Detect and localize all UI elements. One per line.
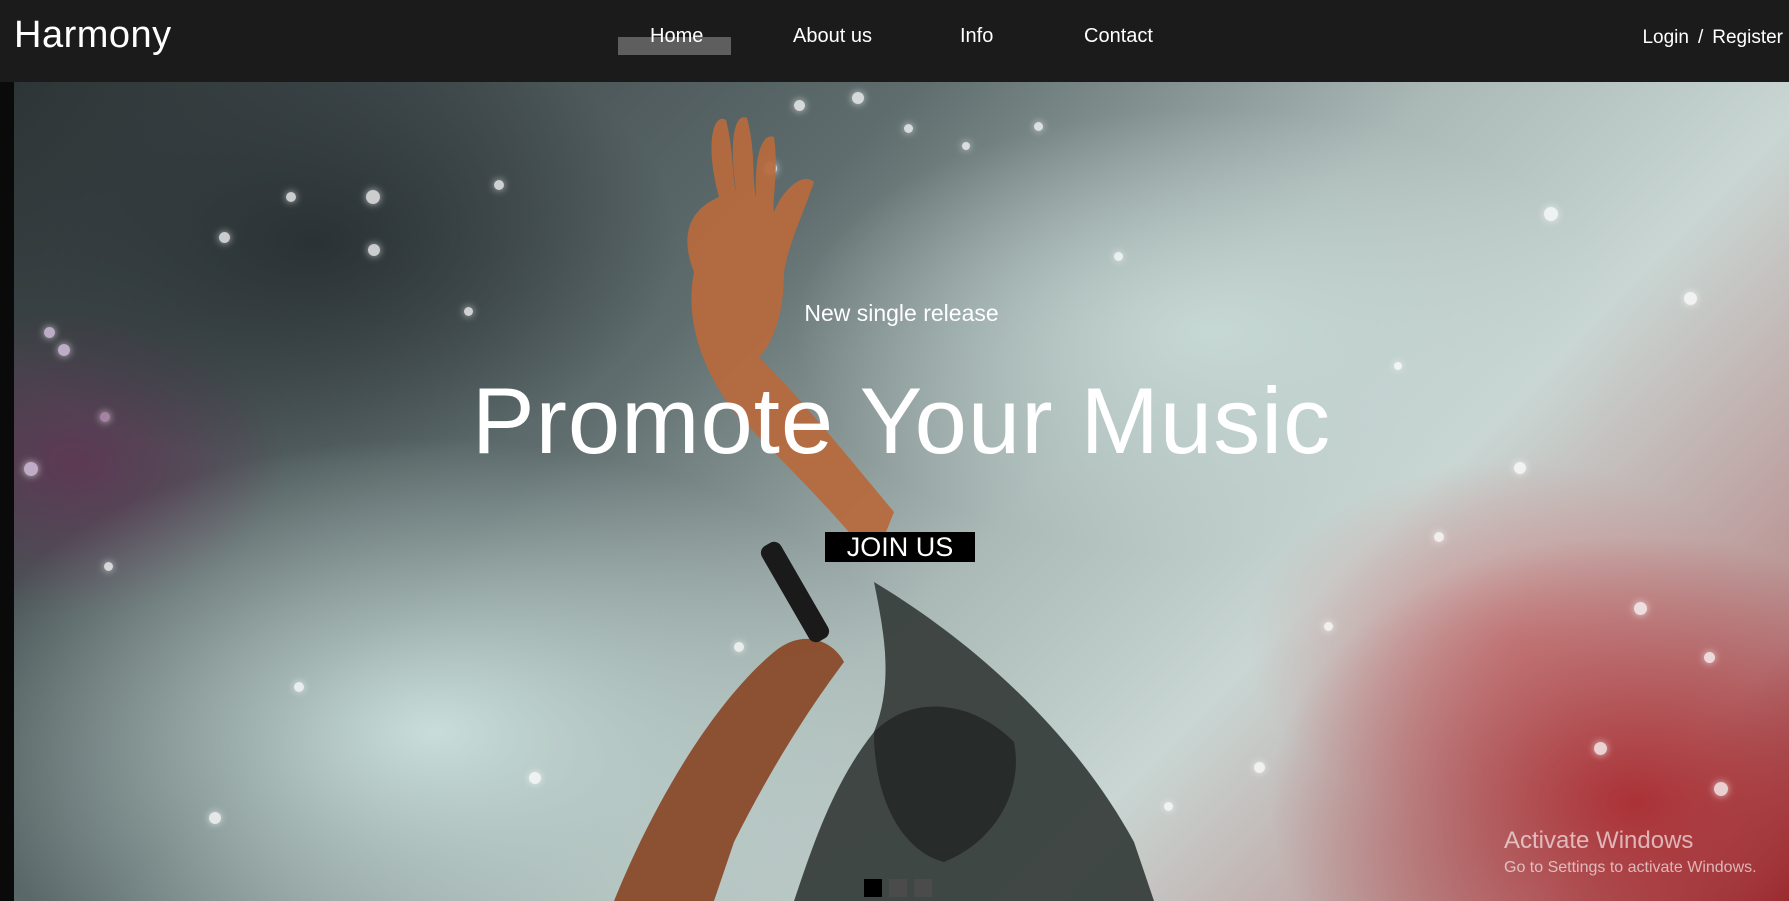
nav-item-about-us[interactable]: About us (793, 25, 872, 48)
slider-dot-3[interactable] (914, 879, 932, 897)
nav-item-contact[interactable]: Contact (1084, 25, 1153, 48)
login-link[interactable]: Login (1642, 27, 1689, 48)
join-us-button[interactable]: JOIN US (825, 532, 975, 562)
performer-silhouette (614, 117, 1154, 901)
auth-links: Login / Register (1642, 27, 1783, 49)
nav-item-info[interactable]: Info (960, 25, 993, 48)
slider-dot-1[interactable] (864, 879, 882, 897)
auth-separator: / (1697, 27, 1704, 48)
watermark-title: Activate Windows (1504, 827, 1694, 854)
nav-item-home[interactable]: Home (650, 25, 703, 48)
hero-banner: New single release Promote Your Music JO… (14, 82, 1789, 901)
hero-subtitle: New single release (804, 300, 999, 326)
activate-windows-watermark: Activate Windows Go to Settings to activ… (1504, 827, 1757, 877)
site-logo[interactable]: Harmony (14, 14, 172, 57)
site-header: Harmony Home About us Info Contact Login… (0, 0, 1789, 82)
watermark-subtitle: Go to Settings to activate Windows. (1504, 859, 1757, 876)
register-link[interactable]: Register (1712, 27, 1783, 48)
page: Harmony Home About us Info Contact Login… (0, 0, 1789, 901)
hero-headline: Promote Your Music (471, 368, 1332, 473)
slider-dot-2[interactable] (889, 879, 907, 897)
